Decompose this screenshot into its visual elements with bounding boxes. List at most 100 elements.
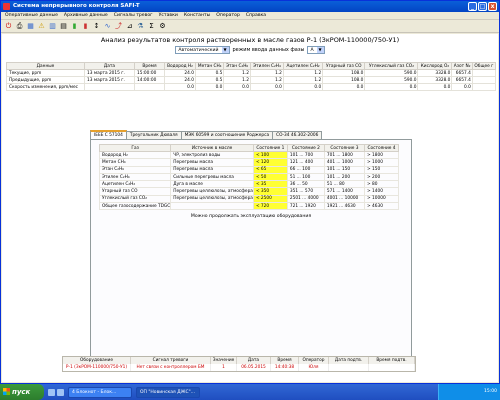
tab-ieee[interactable]: IEEE C 57104 [90, 130, 127, 139]
alarm-row[interactable]: Р-1 (ЗкРОМ-110000/750-У1) Нет связи с ко… [63, 364, 415, 371]
cell: 15:00:00 [134, 69, 165, 77]
table-row[interactable]: Скорость изменения, ppm/мес 0.0 0.0 0.0 … [6, 83, 497, 91]
col-header: Время подтв. [369, 357, 415, 364]
cell: 0.0 [249, 83, 284, 91]
taskbar-item[interactable]: ОП "Новинская ДЖС"... [136, 386, 200, 398]
phase-select[interactable]: A ▼ [307, 46, 325, 54]
mode-row: Автоматический ▼ режим ввода данных фазы… [2, 46, 498, 54]
chart2-icon[interactable]: ▮ [81, 22, 90, 31]
alarm-header: Оборудование Сигнал тревоги Значение Дат… [63, 357, 415, 364]
cell: Перегревы масла [170, 165, 254, 174]
phase-value: A [310, 47, 314, 53]
clock[interactable]: 15:00 [484, 389, 497, 394]
menu-operator[interactable]: Оператор [216, 12, 240, 19]
col-header: Оборудование [63, 357, 131, 364]
cell: Водород H₂ [98, 150, 172, 160]
cell: Метан CH₄ [98, 158, 172, 167]
col-header: Этан C₂H₆ [223, 62, 251, 70]
col-header: Дата подтв. [329, 357, 369, 364]
tab-iec-rogers[interactable]: МЭК 60599 и соотношение Роджерса [180, 131, 274, 139]
warning-icon[interactable]: ⚠ [37, 22, 46, 31]
menu-operational[interactable]: Оперативные данные [5, 12, 58, 19]
menu-constants[interactable]: Константы [184, 12, 210, 19]
cell [471, 69, 497, 77]
table-row: Общее газосодержание TDGC < 720 721 ... … [98, 202, 399, 211]
cell: Этан C₂H₆ [98, 165, 172, 174]
sigma-icon[interactable]: Σ [147, 22, 156, 31]
cell: Перегревы целлюлозы, атмосфера [170, 194, 254, 204]
col-header: Ацетилен C₂H₂ [282, 62, 324, 70]
col-header: Дата [84, 62, 135, 70]
col-header: Время [271, 357, 299, 364]
quick-launch-icon[interactable] [48, 388, 55, 396]
exit-icon[interactable]: ⏻ [4, 22, 13, 31]
cell: 0.0 [417, 83, 453, 91]
grid-icon[interactable]: ▦ [26, 22, 35, 31]
cell: < 65 [252, 165, 288, 174]
cell: 121 ... 400 [286, 158, 325, 167]
alarm-table: Оборудование Сигнал тревоги Значение Дат… [62, 356, 416, 372]
tab-so34[interactable]: СО-34 46.302-2006 [272, 131, 323, 139]
table-icon[interactable]: ▤ [59, 22, 68, 31]
table-row[interactable]: Предыдущие, ppm 13 марта 2015 г. 14:00:0… [6, 76, 497, 84]
table-row[interactable]: Текущие, ppm 13 марта 2015 г. 15:00:00 2… [6, 69, 497, 77]
cell: Общее газосодержание TDGC [98, 202, 172, 211]
tab-duval[interactable]: Треугольник Дюваля [125, 131, 182, 139]
cell: < 350 [252, 187, 288, 196]
cell: 3328.0 [417, 69, 453, 77]
quick-launch-icon[interactable] [57, 388, 64, 396]
cell [471, 76, 497, 84]
mode-select[interactable]: Автоматический ▼ [175, 46, 230, 54]
cell: > 4630 [364, 202, 399, 211]
page-title: Анализ результатов контроля растворенных… [100, 36, 400, 44]
cell: 14:40:38 [271, 364, 299, 371]
cell: 1 [211, 364, 237, 371]
flask-icon[interactable]: ⚗ [136, 22, 145, 31]
cell: 13 марта 2015 г. [84, 76, 135, 84]
settings-icon[interactable]: ⚙ [158, 22, 167, 31]
cell: 0.5 [194, 76, 225, 84]
trend-icon[interactable]: ∿ [103, 22, 112, 31]
trend2-icon[interactable]: ⤴ [114, 22, 123, 31]
cell: 108.0 [322, 69, 366, 77]
taskbar-item[interactable]: 4 Блокнот - Блок... [68, 386, 132, 398]
cell: 66 ... 100 [286, 165, 325, 174]
cell: 3328.0 [417, 76, 453, 84]
cell: 06.05.2015 [237, 364, 271, 371]
diagram-icon[interactable]: ▥ [48, 22, 57, 31]
menu-alarms[interactable]: Сигналы тревог [114, 12, 153, 19]
cell: Скорость изменения, ppm/мес [6, 83, 85, 91]
cell [134, 83, 165, 91]
col-header: Состояние 3 [323, 144, 366, 152]
menu-archive[interactable]: Архивные данные [64, 12, 108, 19]
sort-icon[interactable]: ↕ [92, 22, 101, 31]
cell: > 1800 [364, 150, 399, 160]
col-header: Источник в масле [170, 144, 254, 152]
cell: Ацетилен C₂H₂ [98, 180, 172, 189]
cell: 590.0 [364, 69, 419, 77]
cell: 6657.4 [451, 76, 473, 84]
col-header: Сигнал тревоги [131, 357, 211, 364]
minimize-button[interactable]: _ [468, 2, 477, 11]
print-icon[interactable]: ⎙ [15, 22, 24, 31]
chevron-down-icon[interactable]: ▼ [316, 47, 324, 53]
cell: Дуга в масле [170, 180, 254, 189]
measure-icon[interactable]: ⊿ [125, 22, 134, 31]
menu-help[interactable]: Справка [246, 12, 266, 19]
tab-strip: IEEE C 57104 Треугольник Дюваля МЭК 6059… [90, 130, 323, 139]
cell: 0.0 [164, 83, 196, 91]
chart-icon[interactable]: ▮ [70, 22, 79, 31]
cell: Р-1 (ЗкРОМ-110000/750-У1) [63, 364, 131, 371]
table-row: Углекислый газ CO₂ Перегревы целлюлозы, … [98, 194, 399, 204]
maximize-button[interactable]: □ [478, 2, 487, 11]
col-header: Состояние 2 [286, 144, 325, 152]
cell: 1.2 [282, 76, 324, 84]
taskbar: пуск 4 Блокнот - Блок... ОП "Новинская Д… [0, 384, 500, 400]
table-row: Водород H₂ ЧР, электролиз воды < 100 101… [98, 150, 399, 160]
close-button[interactable]: x [488, 2, 497, 11]
start-button[interactable]: пуск [0, 384, 44, 400]
menu-settings[interactable]: Уставки [159, 12, 178, 19]
chevron-down-icon[interactable]: ▼ [221, 47, 229, 53]
cell: > 1400 [364, 187, 399, 196]
cell: 0.0 [194, 83, 225, 91]
